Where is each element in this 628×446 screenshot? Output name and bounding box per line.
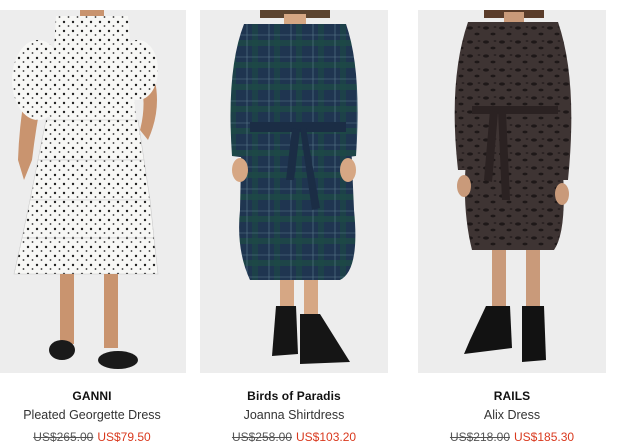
product-brand[interactable]: GANNI bbox=[0, 389, 186, 403]
sale-price: US$79.50 bbox=[97, 430, 151, 444]
product-grid: GANNI Pleated Georgette Dress US$265.00 U… bbox=[0, 0, 628, 446]
product-name[interactable]: Alix Dress bbox=[418, 408, 606, 422]
product-image[interactable] bbox=[200, 10, 388, 373]
product-name[interactable]: Pleated Georgette Dress bbox=[0, 408, 186, 422]
product-price: US$218.00 US$185.30 bbox=[418, 430, 606, 444]
sale-price: US$185.30 bbox=[514, 430, 575, 444]
product-card-rails[interactable]: RAILS Alix Dress US$218.00 US$185.30 bbox=[418, 0, 606, 446]
product-price: US$258.00 US$103.20 bbox=[200, 430, 388, 444]
white-polka-dot-tiered-dress-photo bbox=[0, 10, 186, 373]
product-price: US$265.00 US$79.50 bbox=[0, 430, 186, 444]
navy-plaid-shirtdress-photo bbox=[200, 10, 388, 373]
product-card-birds-of-paradis[interactable]: Birds of Paradis Joanna Shirtdress US$25… bbox=[200, 0, 388, 446]
original-price: US$258.00 bbox=[231, 430, 292, 444]
original-price: US$265.00 bbox=[33, 430, 94, 444]
original-price: US$218.00 bbox=[449, 430, 510, 444]
charcoal-animal-print-shirtdress-photo bbox=[418, 10, 606, 373]
sale-price: US$103.20 bbox=[296, 430, 357, 444]
product-image[interactable] bbox=[0, 10, 186, 373]
product-image[interactable] bbox=[418, 10, 606, 373]
product-card-ganni[interactable]: GANNI Pleated Georgette Dress US$265.00 U… bbox=[0, 0, 186, 446]
product-brand[interactable]: RAILS bbox=[418, 389, 606, 403]
product-brand[interactable]: Birds of Paradis bbox=[200, 389, 388, 403]
product-name[interactable]: Joanna Shirtdress bbox=[200, 408, 388, 422]
